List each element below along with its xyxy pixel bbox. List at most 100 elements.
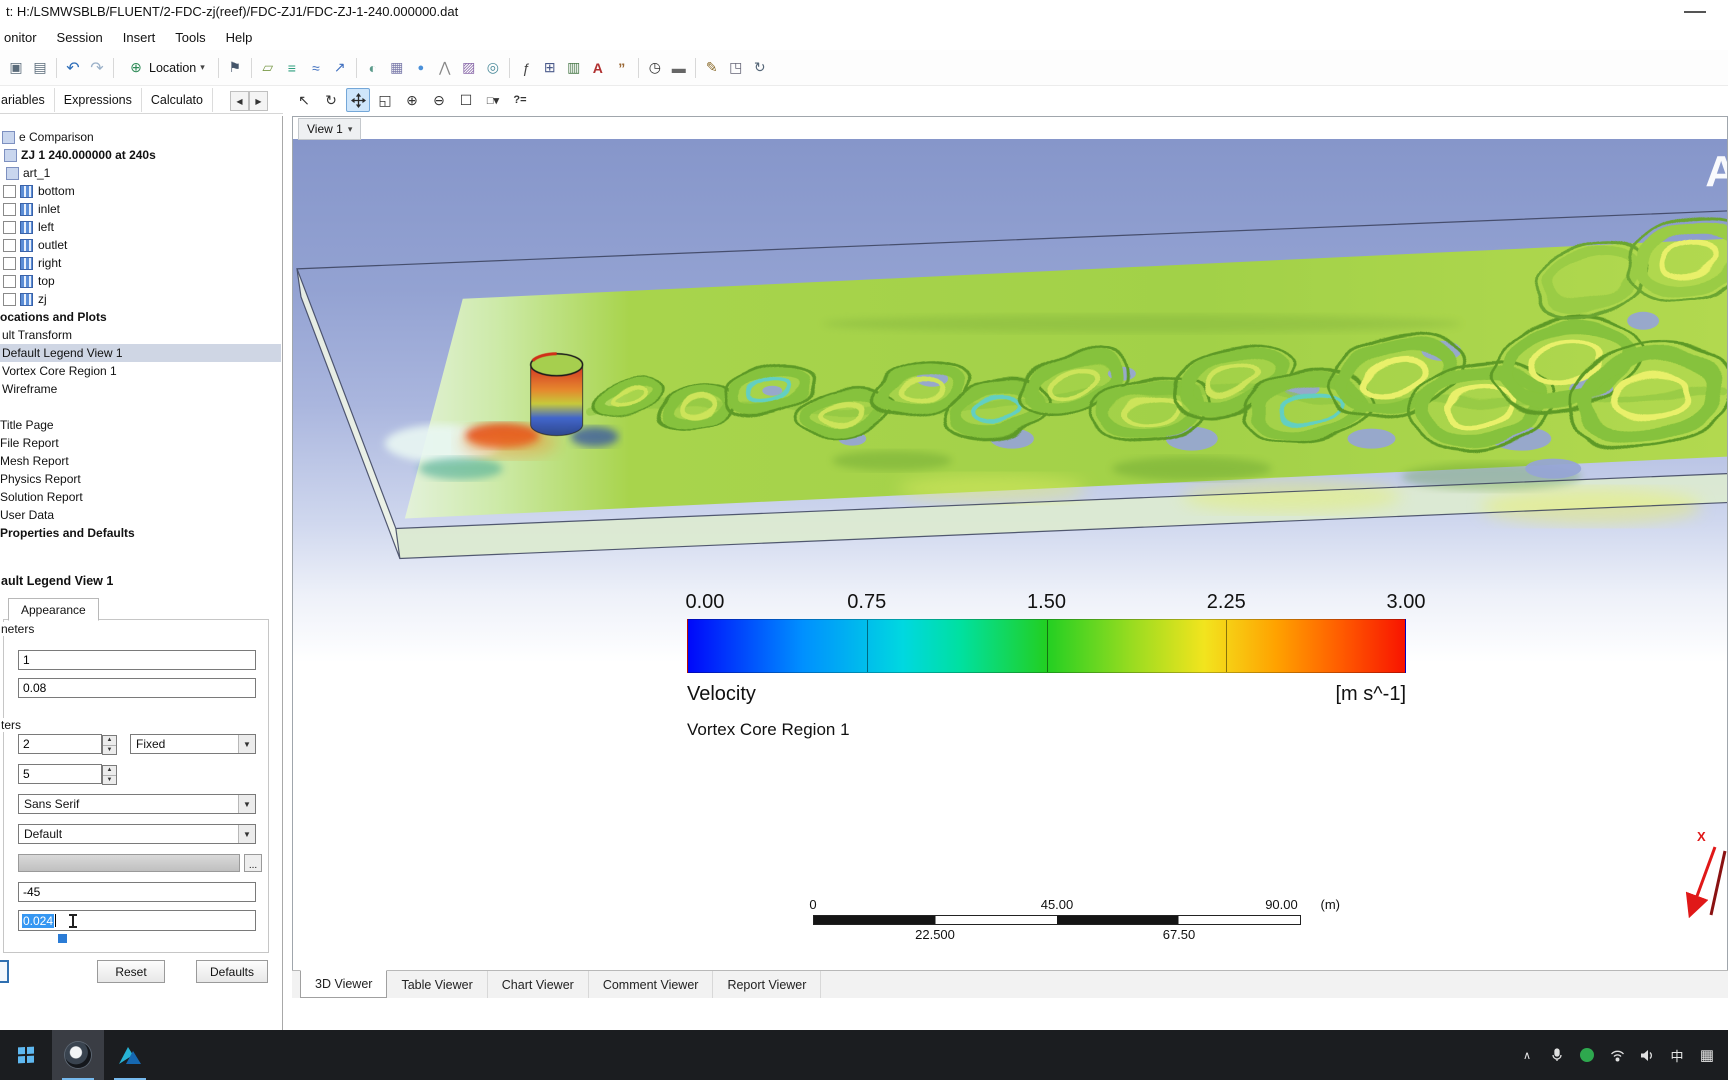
view-selector[interactable]: View 1 ▾ (298, 118, 362, 140)
volume-rendering-icon[interactable]: ▦ (386, 57, 408, 79)
visibility-checkbox[interactable] (3, 238, 16, 252)
pencil-icon[interactable]: ✎ (701, 57, 723, 79)
tab-variables[interactable]: ariables (0, 87, 55, 112)
tree-item-wireframe[interactable]: Wireframe (0, 380, 281, 398)
tray-mic-icon[interactable] (1542, 1030, 1572, 1080)
chart-icon[interactable]: ▥ (563, 57, 585, 79)
plane-icon[interactable]: ▱ (257, 57, 279, 79)
tree-item-bottom[interactable]: bottom (0, 182, 281, 200)
font-dropdown[interactable]: Sans Serif ▼ (18, 794, 256, 814)
tree-item-right[interactable]: right (0, 254, 281, 272)
probe-what-icon[interactable]: ?= (508, 88, 532, 112)
selection-handle[interactable] (58, 934, 67, 943)
turbo-surface-icon[interactable]: ◎ (482, 57, 504, 79)
spin-up-icon[interactable]: ▲ (103, 736, 116, 746)
tree-item-solution-report[interactable]: Solution Report (0, 488, 281, 506)
probe-flag-icon[interactable]: ⚑ (224, 57, 246, 79)
tree-item-top[interactable]: top (0, 272, 281, 290)
visibility-checkbox[interactable] (3, 274, 16, 288)
taskbar-app-workbench[interactable] (104, 1030, 156, 1080)
precision-mode-dropdown[interactable]: Fixed ▼ (130, 734, 256, 754)
new-view-icon[interactable]: ◳ (725, 57, 747, 79)
reset-button[interactable]: Reset (97, 960, 165, 983)
precision-field[interactable] (18, 734, 102, 754)
menu-help[interactable]: Help (216, 26, 263, 49)
visibility-checkbox[interactable] (3, 292, 16, 306)
tree-item-properties-and-defaults[interactable]: Properties and Defaults (0, 524, 281, 542)
tab-comment-viewer[interactable]: Comment Viewer (589, 971, 714, 998)
tray-chevron-up-icon[interactable]: ∧ (1512, 1030, 1542, 1080)
comment-icon[interactable]: ” (611, 57, 633, 79)
text-height-field[interactable]: 0.024 (18, 910, 256, 931)
tray-green-app-icon[interactable] (1572, 1030, 1602, 1080)
menu-tools[interactable]: Tools (165, 26, 215, 49)
table-icon[interactable]: ⊞ (539, 57, 561, 79)
undo-icon[interactable]: ↶ (62, 57, 84, 79)
defaults-button[interactable]: Defaults (196, 960, 268, 983)
surface-group-icon[interactable]: ▨ (458, 57, 480, 79)
select-icon[interactable]: ↖ (292, 88, 316, 112)
precision-spinner[interactable]: ▲ ▼ (102, 735, 117, 755)
timestep-selector-icon[interactable]: ◷ (644, 57, 666, 79)
start-button[interactable] (0, 1030, 52, 1080)
visibility-checkbox[interactable] (3, 202, 16, 216)
value-ticks-spinner[interactable]: ▲ ▼ (102, 765, 117, 785)
value-ticks-field[interactable] (18, 764, 102, 784)
tree-item-case[interactable]: ZJ 1 240.000000 at 240s (0, 146, 281, 164)
sync-views-icon[interactable]: ↻ (749, 57, 771, 79)
animation-icon[interactable]: ▬ (668, 57, 690, 79)
tree-item-file-report[interactable]: File Report (0, 434, 281, 452)
render-options-icon[interactable]: □▾ (481, 88, 505, 112)
point-icon[interactable]: ● (410, 57, 432, 79)
spin-up-icon[interactable]: ▲ (103, 766, 116, 776)
text-label-icon[interactable]: A (587, 57, 609, 79)
text-rotation-field[interactable] (18, 882, 256, 902)
tree-item-part[interactable]: art_1 (0, 164, 281, 182)
rotate-icon[interactable]: ↻ (319, 88, 343, 112)
menu-monitor[interactable]: onitor (0, 26, 47, 49)
tab-scroll-right-button[interactable]: ▶ (249, 91, 268, 111)
tab-scroll-left-button[interactable]: ◀ (230, 91, 249, 111)
redo-icon[interactable]: ↷ (86, 57, 108, 79)
visibility-checkbox[interactable] (3, 184, 16, 198)
tree-item-user-data[interactable]: User Data (0, 506, 281, 524)
tree-item-default-transform[interactable]: ult Transform (0, 326, 281, 344)
tab-report-viewer[interactable]: Report Viewer (713, 971, 822, 998)
contour-icon[interactable]: ≡ (281, 57, 303, 79)
streamline-icon[interactable]: ≈ (305, 57, 327, 79)
tree-item-physics-report[interactable]: Physics Report (0, 470, 281, 488)
color-picker-button[interactable]: ... (244, 854, 262, 872)
tab-expressions[interactable]: Expressions (55, 87, 142, 112)
zoom-box-icon[interactable]: ◱ (373, 88, 397, 112)
tray-ime-indicator[interactable]: 中 (1662, 1030, 1692, 1080)
zoom-in-icon[interactable]: ⊕ (400, 88, 424, 112)
vector-icon[interactable]: ↗ (329, 57, 351, 79)
tree-item-zj[interactable]: zj (0, 290, 281, 308)
menu-session[interactable]: Session (47, 26, 113, 49)
polyline-icon[interactable]: ⋀ (434, 57, 456, 79)
pan-icon[interactable] (346, 88, 370, 112)
tab-table-viewer[interactable]: Table Viewer (387, 971, 488, 998)
tab-3d-viewer[interactable]: 3D Viewer (300, 970, 388, 998)
tree-item-vortex-core-region[interactable]: Vortex Core Region 1 (0, 362, 281, 380)
apply-button-fragment[interactable] (0, 960, 9, 983)
color-mode-dropdown[interactable]: Default ▼ (18, 824, 256, 844)
visibility-checkbox[interactable] (3, 220, 16, 234)
fit-view-icon[interactable]: ☐ (454, 88, 478, 112)
zoom-out-icon[interactable]: ⊖ (427, 88, 451, 112)
tree-item-left[interactable]: left (0, 218, 281, 236)
snapshot-icon[interactable]: ▣ (5, 57, 27, 79)
tree-item-locations-and-plots[interactable]: ocations and Plots (0, 308, 281, 326)
visibility-checkbox[interactable] (3, 256, 16, 270)
tree-item-inlet[interactable]: inlet (0, 200, 281, 218)
tab-appearance[interactable]: Appearance (8, 598, 99, 621)
tab-calculators[interactable]: Calculato (142, 87, 213, 112)
size-field[interactable] (18, 650, 256, 670)
tray-touch-keyboard-icon[interactable]: ▦ (1692, 1030, 1722, 1080)
spin-down-icon[interactable]: ▼ (103, 775, 116, 784)
tab-chart-viewer[interactable]: Chart Viewer (488, 971, 589, 998)
minimize-button[interactable] (1684, 11, 1706, 13)
tray-volume-icon[interactable] (1632, 1030, 1662, 1080)
location-dropdown[interactable]: ⊕ Location ▾ (120, 58, 212, 78)
aspect-field[interactable] (18, 678, 256, 698)
